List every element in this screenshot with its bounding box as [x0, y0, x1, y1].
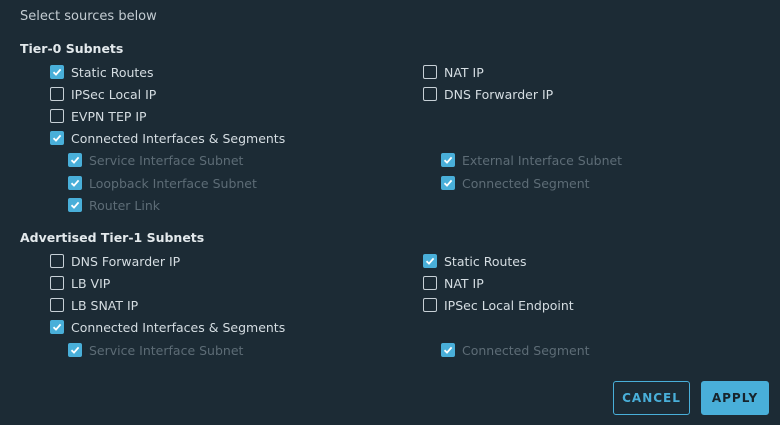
tier0-checkbox-connected-interfaces[interactable]: Connected Interfaces & Segments	[50, 129, 285, 147]
tier0-checkbox-connected-segment[interactable]: Connected Segment	[441, 174, 590, 192]
checkbox-label: LB VIP	[71, 275, 111, 291]
check-icon	[52, 68, 62, 76]
intro-text: Select sources below	[20, 9, 157, 24]
checkbox-label: DNS Forwarder IP	[444, 86, 554, 102]
apply-button[interactable]: APPLY	[701, 381, 769, 415]
check-icon	[443, 346, 453, 354]
tier0-section-title: Tier-0 Subnets	[20, 41, 124, 56]
check-icon	[70, 179, 80, 187]
tier1-checkbox-lb-snat-ip[interactable]: LB SNAT IP	[50, 296, 138, 314]
checkbox-box[interactable]	[50, 298, 64, 312]
checkbox-box[interactable]	[423, 276, 437, 290]
checkbox-box[interactable]	[441, 343, 455, 357]
checkbox-box[interactable]	[50, 320, 64, 334]
checkbox-box[interactable]	[68, 153, 82, 167]
checkbox-label: Connected Interfaces & Segments	[71, 130, 286, 146]
checkbox-label: External Interface Subnet	[462, 152, 623, 168]
checkbox-label: Static Routes	[71, 64, 154, 80]
tier1-checkbox-nat-ip[interactable]: NAT IP	[423, 274, 484, 292]
cancel-button[interactable]: CANCEL	[613, 381, 690, 415]
check-icon	[70, 346, 80, 354]
checkbox-box[interactable]	[68, 176, 82, 190]
tier1-checkbox-connected-segment[interactable]: Connected Segment	[441, 341, 590, 359]
checkbox-label: NAT IP	[444, 64, 484, 80]
checkbox-box[interactable]	[441, 176, 455, 190]
checkbox-label: Router Link	[89, 197, 160, 213]
check-icon	[52, 323, 62, 331]
checkbox-label: Connected Interfaces & Segments	[71, 319, 286, 335]
checkbox-box[interactable]	[50, 65, 64, 79]
checkbox-box[interactable]	[423, 254, 437, 268]
check-icon	[70, 156, 80, 164]
check-icon	[70, 201, 80, 209]
checkbox-box[interactable]	[50, 131, 64, 145]
checkbox-label: LB SNAT IP	[71, 297, 139, 313]
checkbox-box[interactable]	[68, 343, 82, 357]
check-icon	[443, 179, 453, 187]
check-icon	[443, 156, 453, 164]
tier0-checkbox-dns-forwarder-ip[interactable]: DNS Forwarder IP	[423, 85, 553, 103]
tier0-checkbox-loopback-interface-subnet[interactable]: Loopback Interface Subnet	[68, 174, 257, 192]
checkbox-box[interactable]	[50, 276, 64, 290]
tier1-checkbox-dns-forwarder-ip[interactable]: DNS Forwarder IP	[50, 252, 180, 270]
tier1-checkbox-service-interface-subnet[interactable]: Service Interface Subnet	[68, 341, 243, 359]
checkbox-label: Static Routes	[444, 253, 527, 269]
tier0-checkbox-static-routes[interactable]: Static Routes	[50, 63, 154, 81]
checkbox-label: Loopback Interface Subnet	[89, 175, 257, 191]
checkbox-box[interactable]	[423, 87, 437, 101]
checkbox-label: IPSec Local IP	[71, 86, 157, 102]
check-icon	[52, 134, 62, 142]
tier1-checkbox-ipsec-local-endpoint[interactable]: IPSec Local Endpoint	[423, 296, 574, 314]
checkbox-label: Service Interface Subnet	[89, 342, 244, 358]
checkbox-label: DNS Forwarder IP	[71, 253, 181, 269]
tier1-checkbox-connected-interfaces[interactable]: Connected Interfaces & Segments	[50, 318, 285, 336]
checkbox-label: Service Interface Subnet	[89, 152, 244, 168]
tier0-checkbox-ipsec-local-ip[interactable]: IPSec Local IP	[50, 85, 156, 103]
checkbox-box[interactable]	[68, 198, 82, 212]
checkbox-box[interactable]	[441, 153, 455, 167]
check-icon	[425, 257, 435, 265]
checkbox-box[interactable]	[423, 298, 437, 312]
tier0-checkbox-evpn-tep-ip[interactable]: EVPN TEP IP	[50, 107, 147, 125]
checkbox-label: EVPN TEP IP	[71, 108, 147, 124]
checkbox-box[interactable]	[50, 109, 64, 123]
tier0-checkbox-service-interface-subnet[interactable]: Service Interface Subnet	[68, 151, 243, 169]
checkbox-box[interactable]	[50, 87, 64, 101]
checkbox-label: Connected Segment	[462, 175, 590, 191]
tier1-checkbox-lb-vip[interactable]: LB VIP	[50, 274, 110, 292]
tier1-checkbox-static-routes[interactable]: Static Routes	[423, 252, 527, 270]
checkbox-label: IPSec Local Endpoint	[444, 297, 574, 313]
checkbox-box[interactable]	[423, 65, 437, 79]
checkbox-label: NAT IP	[444, 275, 484, 291]
tier1-section-title: Advertised Tier-1 Subnets	[20, 230, 205, 245]
tier0-checkbox-nat-ip[interactable]: NAT IP	[423, 63, 484, 81]
checkbox-box[interactable]	[50, 254, 64, 268]
checkbox-label: Connected Segment	[462, 342, 590, 358]
tier0-checkbox-router-link[interactable]: Router Link	[68, 196, 160, 214]
tier0-checkbox-external-interface-subnet[interactable]: External Interface Subnet	[441, 151, 622, 169]
